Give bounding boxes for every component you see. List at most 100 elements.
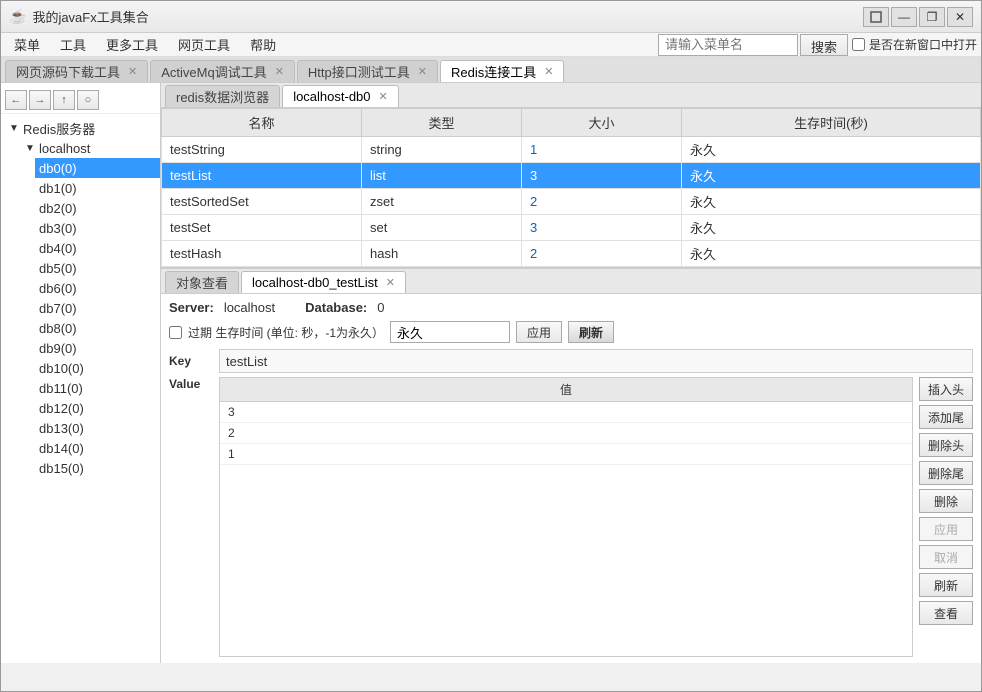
- tree-label-db5: db5(0): [39, 261, 77, 276]
- minimize-button[interactable]: —: [891, 7, 917, 27]
- tree-node-db1[interactable]: db1(0): [35, 178, 160, 198]
- kv-labels: Key Value: [169, 349, 219, 657]
- close-button[interactable]: ✕: [947, 7, 973, 27]
- action-btn-删除头[interactable]: 删除头: [919, 433, 973, 457]
- server-info-row: Server: localhost Database: 0: [169, 300, 973, 315]
- cell-name: testSet: [162, 215, 362, 241]
- table-row[interactable]: testHash hash 2 永久: [162, 241, 981, 267]
- tab-object-view[interactable]: 对象查看: [165, 271, 239, 293]
- tab-close-testlist[interactable]: ✕: [386, 276, 395, 289]
- ttl-expired-checkbox[interactable]: [169, 326, 182, 339]
- tree-node-db15[interactable]: db15(0): [35, 458, 160, 478]
- search-input[interactable]: [658, 34, 798, 56]
- main-tab-bar: 网页源码下载工具 ✕ ActiveMq调试工具 ✕ Http接口测试工具 ✕ R…: [1, 57, 981, 83]
- ttl-input[interactable]: [390, 321, 510, 343]
- resize-icon[interactable]: [863, 7, 889, 27]
- tree-label-db15: db15(0): [39, 461, 84, 476]
- nav-back-button[interactable]: ←: [5, 90, 27, 110]
- cell-size: 1: [522, 137, 682, 163]
- list-value: 2: [220, 423, 912, 444]
- right-area: redis数据浏览器 localhost-db0 ✕ 名称 类型 大小 生存时间…: [161, 83, 981, 663]
- tab-close-localhost-db0[interactable]: ✕: [379, 90, 388, 103]
- tab-http[interactable]: Http接口测试工具 ✕: [297, 60, 438, 82]
- menu-item-caidan[interactable]: 菜单: [5, 32, 49, 57]
- cell-ttl: 永久: [682, 215, 981, 241]
- new-window-checkbox[interactable]: [852, 38, 865, 51]
- menu-item-help[interactable]: 帮助: [241, 32, 285, 57]
- tree-node-db10[interactable]: db10(0): [35, 358, 160, 378]
- tree-node-db13[interactable]: db13(0): [35, 418, 160, 438]
- kv-area: Key Value 值: [169, 349, 973, 657]
- table-row[interactable]: testString string 1 永久: [162, 137, 981, 163]
- cell-type: list: [362, 163, 522, 189]
- ttl-label: 过期 生存时间 (单位: 秒，-1为永久）: [188, 324, 384, 341]
- table-row[interactable]: testSet set 3 永久: [162, 215, 981, 241]
- tree-node-db8[interactable]: db8(0): [35, 318, 160, 338]
- col-header-ttl: 生存时间(秒): [682, 109, 981, 137]
- action-btn-插入头[interactable]: 插入头: [919, 377, 973, 401]
- tree-node-db12[interactable]: db12(0): [35, 398, 160, 418]
- main-layout: ← → ↑ ○ ▼ Redis服务器 ▼ localhost db0(0): [1, 83, 981, 663]
- tree-node-db2[interactable]: db2(0): [35, 198, 160, 218]
- cell-name: testString: [162, 137, 362, 163]
- tab-webpage-download[interactable]: 网页源码下载工具 ✕: [5, 60, 148, 82]
- value-label: Value: [169, 373, 219, 657]
- tab-redis-browser[interactable]: redis数据浏览器: [165, 85, 280, 107]
- cell-ttl: 永久: [682, 163, 981, 189]
- action-btn-查看[interactable]: 查看: [919, 601, 973, 625]
- tab-testlist-view[interactable]: localhost-db0_testList ✕: [241, 271, 406, 293]
- tree-node-db4[interactable]: db4(0): [35, 238, 160, 258]
- sidebar: ← → ↑ ○ ▼ Redis服务器 ▼ localhost db0(0): [1, 83, 161, 663]
- tree-label-localhost: localhost: [39, 141, 90, 156]
- title-bar: ☕ 我的javaFx工具集合 — ❐ ✕: [1, 1, 981, 33]
- tab-redis[interactable]: Redis连接工具 ✕: [440, 60, 564, 82]
- tree-node-localhost[interactable]: ▼ localhost: [21, 138, 160, 158]
- action-btn-删除[interactable]: 删除: [919, 489, 973, 513]
- tab-close-activemq[interactable]: ✕: [275, 65, 284, 78]
- data-browser-tab-bar: redis数据浏览器 localhost-db0 ✕: [161, 83, 981, 108]
- tab-activemq[interactable]: ActiveMq调试工具 ✕: [150, 60, 295, 82]
- ttl-refresh-button[interactable]: 刷新: [568, 321, 614, 343]
- tree-node-db6[interactable]: db6(0): [35, 278, 160, 298]
- maximize-button[interactable]: ❐: [919, 7, 945, 27]
- cell-name: testHash: [162, 241, 362, 267]
- table-row[interactable]: testSortedSet zset 2 永久: [162, 189, 981, 215]
- list-item[interactable]: 2: [220, 423, 912, 444]
- tree-node-db14[interactable]: db14(0): [35, 438, 160, 458]
- cell-size: 3: [522, 215, 682, 241]
- table-row[interactable]: testList list 3 永久: [162, 163, 981, 189]
- tree-node-db5[interactable]: db5(0): [35, 258, 160, 278]
- kv-right: 值 321 插入头添加尾删除头删除尾删除应用取消刷新查看: [219, 349, 973, 657]
- tree-node-redis-root[interactable]: ▼ Redis服务器: [5, 118, 160, 138]
- tree-node-db11[interactable]: db11(0): [35, 378, 160, 398]
- tree-node-db9[interactable]: db9(0): [35, 338, 160, 358]
- tree-node-db7[interactable]: db7(0): [35, 298, 160, 318]
- search-button[interactable]: 搜索: [800, 34, 848, 56]
- tab-close-redis[interactable]: ✕: [544, 65, 553, 78]
- action-btn-刷新[interactable]: 刷新: [919, 573, 973, 597]
- cell-name: testList: [162, 163, 362, 189]
- list-item[interactable]: 3: [220, 402, 912, 423]
- key-input[interactable]: [219, 349, 973, 373]
- nav-refresh-button[interactable]: ○: [77, 90, 99, 110]
- action-btn-添加尾[interactable]: 添加尾: [919, 405, 973, 429]
- sidebar-nav-bar: ← → ↑ ○: [1, 87, 160, 114]
- tab-close-webpage[interactable]: ✕: [128, 65, 137, 78]
- action-btn-应用: 应用: [919, 517, 973, 541]
- list-item[interactable]: 1: [220, 444, 912, 465]
- tree-toggle-root: ▼: [9, 123, 23, 134]
- tree-label-db1: db1(0): [39, 181, 77, 196]
- tab-close-http[interactable]: ✕: [418, 65, 427, 78]
- nav-up-button[interactable]: ↑: [53, 90, 75, 110]
- tab-localhost-db0[interactable]: localhost-db0 ✕: [282, 85, 399, 107]
- tree-node-db0[interactable]: db0(0): [35, 158, 160, 178]
- tree-label-db11: db11(0): [39, 381, 83, 396]
- action-btn-删除尾[interactable]: 删除尾: [919, 461, 973, 485]
- menu-item-web[interactable]: 网页工具: [169, 32, 239, 57]
- menu-item-more[interactable]: 更多工具: [97, 32, 167, 57]
- tree-node-db3[interactable]: db3(0): [35, 218, 160, 238]
- ttl-apply-button[interactable]: 应用: [516, 321, 562, 343]
- list-value: 3: [220, 402, 912, 423]
- menu-item-gongju[interactable]: 工具: [51, 32, 95, 57]
- nav-forward-button[interactable]: →: [29, 90, 51, 110]
